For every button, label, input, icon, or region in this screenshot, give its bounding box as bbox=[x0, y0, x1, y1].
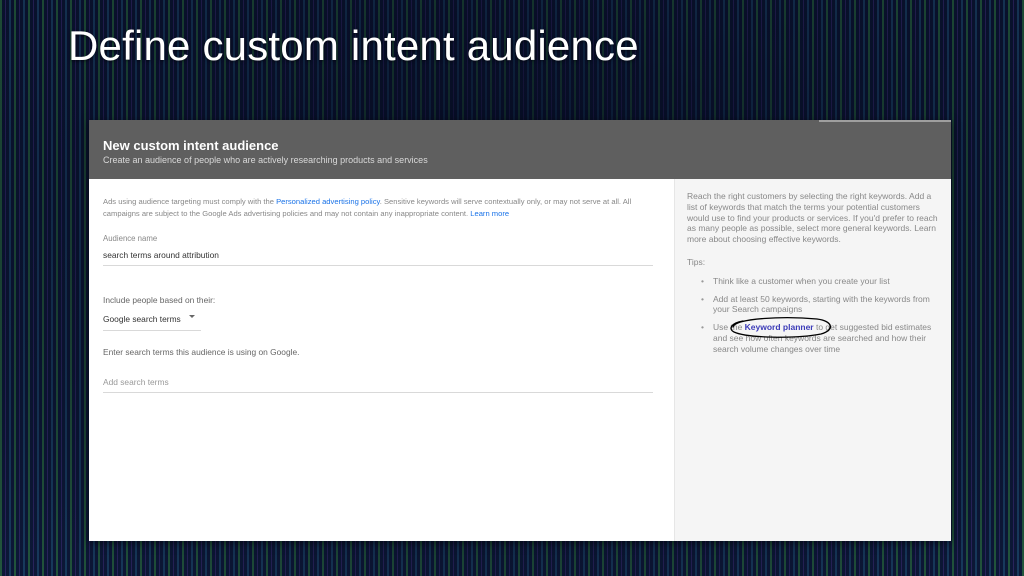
tip3-text-before: Use the bbox=[713, 322, 745, 333]
search-terms-instruction: Enter search terms this audience is usin… bbox=[103, 347, 300, 357]
dialog-header: New custom intent audience Create an aud… bbox=[89, 120, 951, 179]
tips-heading: Tips: bbox=[687, 256, 706, 267]
audience-name-underline bbox=[103, 265, 653, 266]
audience-name-input[interactable]: search terms around attribution bbox=[103, 250, 653, 260]
tips-list: Think like a customer when you create yo… bbox=[687, 276, 941, 355]
chevron-down-icon bbox=[189, 315, 195, 318]
search-terms-input[interactable]: Add search terms bbox=[103, 377, 653, 387]
audience-name-label: Audience name bbox=[103, 234, 158, 243]
learn-more-link[interactable]: Learn more bbox=[470, 209, 509, 218]
tip-item: Use the Keyword planner to get suggested… bbox=[701, 317, 941, 354]
search-terms-underline bbox=[103, 392, 653, 393]
include-type-dropdown[interactable]: Google search terms bbox=[103, 312, 201, 331]
policy-notice: Ads using audience targeting must comply… bbox=[103, 196, 655, 219]
header-accent-bar bbox=[819, 120, 951, 122]
dialog-subtitle: Create an audience of people who are act… bbox=[103, 155, 428, 165]
custom-intent-dialog: New custom intent audience Create an aud… bbox=[89, 120, 951, 541]
form-pane: Ads using audience targeting must comply… bbox=[89, 179, 674, 541]
policy-text-before: Ads using audience targeting must comply… bbox=[103, 197, 277, 206]
keyword-planner-link[interactable]: Keyword planner bbox=[745, 322, 814, 332]
dialog-title: New custom intent audience bbox=[103, 138, 279, 153]
slide-title: Define custom intent audience bbox=[68, 22, 639, 69]
keyword-planner-wrap: Keyword planner bbox=[730, 317, 831, 339]
include-label: Include people based on their: bbox=[103, 295, 216, 305]
tips-intro: Reach the right customers by selecting t… bbox=[687, 191, 938, 245]
include-type-selected: Google search terms bbox=[103, 314, 181, 324]
tips-pane: Reach the right customers by selecting t… bbox=[674, 179, 951, 541]
personalized-advertising-policy-link[interactable]: Personalized advertising policy bbox=[276, 197, 380, 206]
tip-item: Think like a customer when you create yo… bbox=[701, 276, 941, 287]
tip-item: Add at least 50 keywords, starting with … bbox=[701, 294, 941, 316]
